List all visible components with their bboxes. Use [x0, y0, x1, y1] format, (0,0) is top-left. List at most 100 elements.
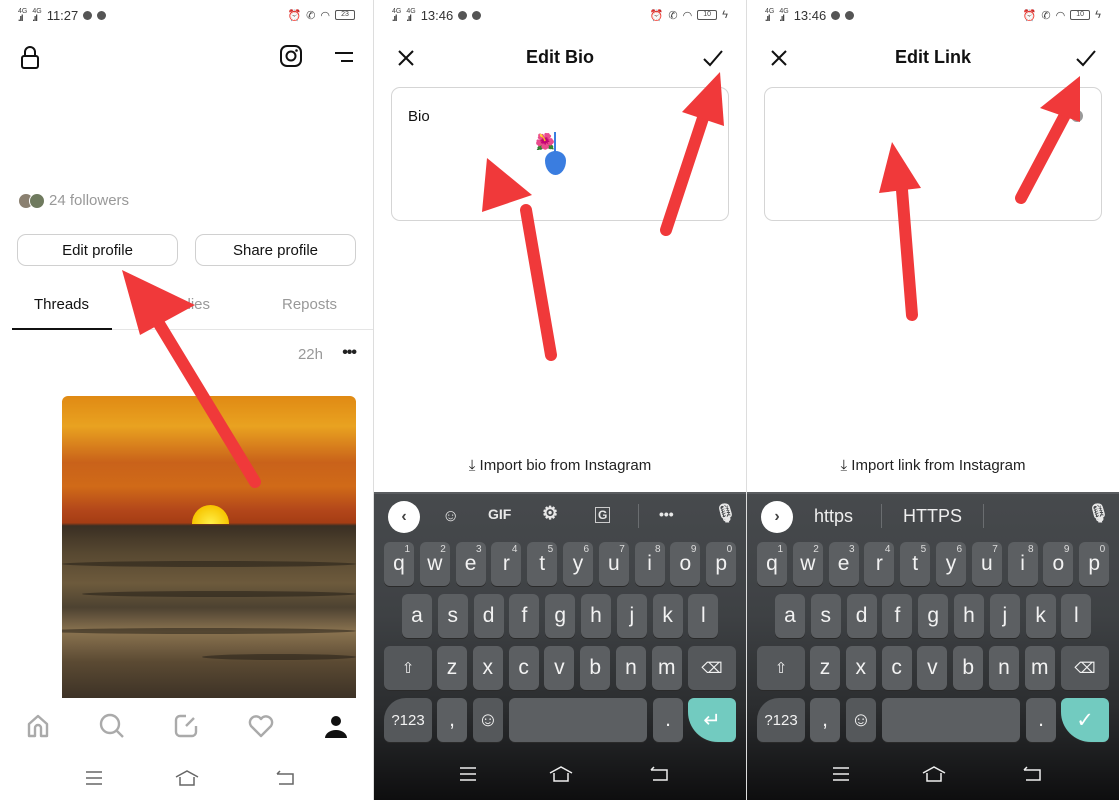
search-icon[interactable]: [98, 712, 126, 740]
period-key[interactable]: .: [653, 698, 683, 742]
back-nav-icon[interactable]: [649, 765, 669, 783]
back-nav-icon[interactable]: [1022, 765, 1042, 783]
key-g[interactable]: g: [545, 594, 576, 638]
key-k[interactable]: k: [652, 594, 683, 638]
emoji-key[interactable]: ☺: [846, 698, 876, 742]
key-w[interactable]: w2: [419, 542, 450, 586]
compose-icon[interactable]: [172, 712, 200, 740]
expand-toolbar-button[interactable]: ›: [761, 501, 793, 533]
key-p[interactable]: p0: [706, 542, 737, 586]
symbols-key[interactable]: ?123: [757, 698, 805, 742]
key-g[interactable]: g: [918, 594, 949, 638]
key-c[interactable]: c: [508, 646, 539, 690]
suggestion-https[interactable]: https: [814, 506, 853, 527]
post-image-sunset[interactable]: [62, 396, 356, 698]
shift-key[interactable]: ⇧: [757, 646, 805, 690]
key-f[interactable]: f: [882, 594, 913, 638]
share-profile-button[interactable]: Share profile: [195, 234, 356, 266]
comma-key[interactable]: ,: [437, 698, 467, 742]
clear-input-icon[interactable]: [1071, 110, 1083, 122]
key-k[interactable]: k: [1025, 594, 1056, 638]
emoji-key[interactable]: ☺: [473, 698, 503, 742]
home-nav-icon[interactable]: [922, 765, 946, 783]
key-i[interactable]: i8: [634, 542, 665, 586]
key-a[interactable]: a: [775, 594, 805, 638]
key-y[interactable]: y6: [563, 542, 593, 586]
key-w[interactable]: w2: [792, 542, 823, 586]
key-j[interactable]: j: [616, 594, 647, 638]
key-o[interactable]: o9: [670, 542, 701, 586]
bio-input[interactable]: Bio 🌺: [391, 87, 729, 221]
sticker-icon[interactable]: ☺: [442, 506, 459, 526]
key-z[interactable]: z: [810, 646, 840, 690]
symbols-key[interactable]: ?123: [384, 698, 432, 742]
space-key[interactable]: [509, 698, 647, 742]
key-a[interactable]: a: [402, 594, 432, 638]
key-s[interactable]: s: [437, 594, 468, 638]
recents-icon[interactable]: [84, 769, 104, 787]
import-bio-link[interactable]: ⤓ Import bio from Instagram: [374, 457, 746, 474]
key-h[interactable]: h: [581, 594, 611, 638]
done-key[interactable]: ✓: [1061, 698, 1109, 742]
key-y[interactable]: y6: [936, 542, 966, 586]
tab-reposts[interactable]: Reposts: [282, 296, 337, 313]
comma-key[interactable]: ,: [810, 698, 840, 742]
key-d[interactable]: d: [473, 594, 504, 638]
key-m[interactable]: m: [1024, 646, 1055, 690]
more-options-icon[interactable]: •••: [342, 344, 357, 362]
key-u[interactable]: u7: [971, 542, 1002, 586]
microphone-icon[interactable]: 🎙: [714, 503, 737, 524]
cursor-handle[interactable]: [545, 151, 566, 175]
key-z[interactable]: z: [437, 646, 467, 690]
key-t[interactable]: t5: [527, 542, 558, 586]
tab-replies[interactable]: Replies: [160, 296, 210, 313]
key-d[interactable]: d: [846, 594, 877, 638]
done-check-icon[interactable]: [702, 48, 724, 68]
back-nav-icon[interactable]: [275, 769, 295, 787]
key-b[interactable]: b: [580, 646, 611, 690]
import-link-link[interactable]: ⤓ Import link from Instagram: [747, 457, 1119, 474]
instagram-icon[interactable]: [279, 44, 303, 68]
recents-icon[interactable]: [831, 765, 851, 783]
key-n[interactable]: n: [616, 646, 646, 690]
key-t[interactable]: t5: [900, 542, 931, 586]
period-key[interactable]: .: [1026, 698, 1056, 742]
backspace-key[interactable]: ⌫: [1061, 646, 1109, 690]
key-f[interactable]: f: [509, 594, 540, 638]
shift-key[interactable]: ⇧: [384, 646, 432, 690]
home-nav-icon[interactable]: [549, 765, 573, 783]
microphone-icon[interactable]: 🎙: [1087, 503, 1110, 524]
key-v[interactable]: v: [917, 646, 948, 690]
home-nav-icon[interactable]: [175, 769, 199, 787]
key-x[interactable]: x: [472, 646, 503, 690]
key-h[interactable]: h: [954, 594, 984, 638]
key-e[interactable]: e3: [455, 542, 486, 586]
key-e[interactable]: e3: [828, 542, 859, 586]
key-r[interactable]: r4: [864, 542, 895, 586]
key-l[interactable]: l: [1061, 594, 1092, 638]
key-s[interactable]: s: [810, 594, 841, 638]
key-b[interactable]: b: [953, 646, 984, 690]
tab-threads[interactable]: Threads: [34, 296, 89, 313]
key-o[interactable]: o9: [1043, 542, 1074, 586]
key-m[interactable]: m: [651, 646, 682, 690]
menu-icon[interactable]: [333, 50, 355, 64]
done-check-icon[interactable]: [1075, 48, 1097, 68]
key-v[interactable]: v: [544, 646, 575, 690]
collapse-toolbar-button[interactable]: ‹: [388, 501, 420, 533]
key-c[interactable]: c: [881, 646, 912, 690]
key-p[interactable]: p0: [1079, 542, 1110, 586]
key-q[interactable]: q1: [757, 542, 787, 586]
translate-icon[interactable]: G: [595, 507, 611, 523]
home-icon[interactable]: [24, 712, 52, 740]
link-input[interactable]: [764, 87, 1102, 221]
enter-key[interactable]: ↵: [688, 698, 736, 742]
key-n[interactable]: n: [989, 646, 1019, 690]
heart-icon[interactable]: [247, 712, 275, 740]
recents-icon[interactable]: [458, 765, 478, 783]
edit-profile-button[interactable]: Edit profile: [17, 234, 178, 266]
lock-icon[interactable]: [20, 46, 40, 70]
key-l[interactable]: l: [688, 594, 719, 638]
key-x[interactable]: x: [845, 646, 876, 690]
gif-button[interactable]: GIF: [488, 506, 511, 522]
